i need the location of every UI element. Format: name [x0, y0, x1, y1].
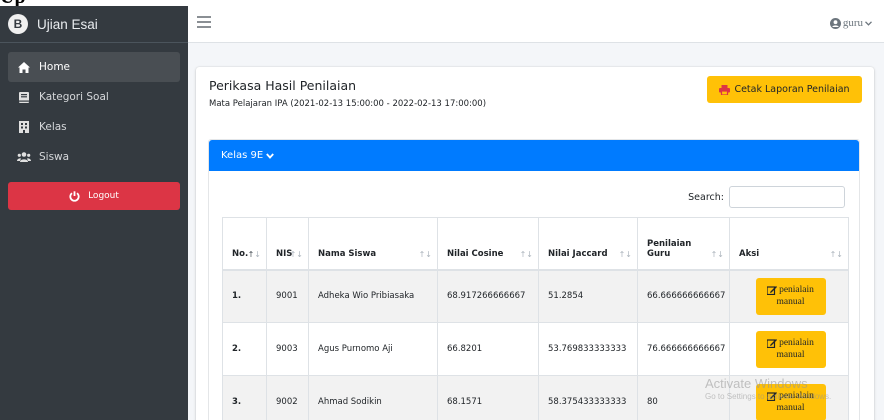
cell-aksi: penialain manual	[729, 269, 849, 323]
column-header-penilaian-guru[interactable]: Penilaian Guru ↑↓	[637, 217, 730, 271]
search-label: Search:	[688, 191, 724, 203]
sort-icon: ↑↓	[289, 249, 303, 259]
user-menu[interactable]: guru	[829, 17, 872, 29]
cell-cosine: 68.1571	[437, 375, 539, 420]
book-icon	[17, 91, 31, 103]
brand[interactable]: B Ujian Esai	[0, 6, 188, 43]
cell-jaccard: 51.2854	[538, 269, 638, 323]
column-header-nama-siswa[interactable]: Nama Siswa ↑↓	[308, 217, 438, 271]
printer-icon	[719, 84, 731, 95]
class-dropdown[interactable]: Kelas 9E	[209, 140, 859, 171]
table-header-row: No. ↑↓ NIS ↑↓ Nama Siswa ↑↓ Nilai Cosine ↑↓ …	[222, 217, 849, 271]
watermark-title: Activate Windows	[705, 376, 808, 391]
column-header-nis[interactable]: NIS ↑↓	[266, 217, 309, 271]
sidebar: B Ujian Esai Home Kategori Soal Kelas Si…	[0, 6, 188, 420]
sidebar-item-kelas[interactable]: Kelas	[8, 112, 180, 142]
table-row: 2. 9003 Agus Purnomo Aji 66.8201 53.7698…	[222, 322, 849, 376]
cell-no: 1.	[222, 269, 267, 323]
building-icon	[17, 121, 31, 133]
results-card: Perikasa Hasil Penilaian Mata Pelajaran …	[196, 67, 874, 420]
sidebar-item-label: Siswa	[39, 151, 70, 163]
sidebar-item-label: Home	[39, 61, 71, 73]
chevron-down-icon	[266, 152, 275, 159]
user-name: guru	[842, 17, 863, 29]
column-header-no[interactable]: No. ↑↓	[222, 217, 267, 271]
cell-cosine: 68.917266666667	[437, 269, 539, 323]
sidebar-item-label: Kategori Soal	[39, 91, 109, 103]
print-report-label: Cetak Laporan Penilaian	[734, 84, 850, 95]
search-row: Search:	[688, 186, 845, 208]
page-title: Perikasa Hasil Penilaian	[209, 78, 357, 93]
cell-aksi: penialain manual	[729, 322, 849, 376]
cell-jaccard: 58.375433333333	[538, 375, 638, 420]
cell-nama: Adheka Wio Pribiasaka	[308, 269, 438, 323]
page-subtitle: Mata Pelajaran IPA (2021-02-13 15:00:00 …	[209, 99, 487, 109]
sort-asc-icon: ↑↓	[247, 249, 261, 259]
table-row: 1. 9001 Adheka Wio Pribiasaka 68.9172666…	[222, 269, 849, 323]
sidebar-nav: Home Kategori Soal Kelas Siswa	[0, 43, 188, 172]
sidebar-item-home[interactable]: Home	[8, 52, 180, 82]
users-icon	[17, 152, 31, 162]
sort-icon: ↑↓	[710, 249, 724, 259]
windows-activation-watermark: Activate Windows Go to Settings to activ…	[705, 376, 831, 401]
sidebar-item-label: Kelas	[39, 121, 67, 133]
cell-guru: 76.666666666667	[637, 322, 730, 376]
chevron-down-icon	[865, 20, 872, 26]
sort-icon: ↑↓	[519, 249, 533, 259]
topbar: guru	[188, 6, 884, 43]
power-icon	[69, 190, 80, 202]
cell-nama: Ahmad Sodikin	[308, 375, 438, 420]
edit-icon	[767, 338, 778, 348]
user-circle-icon	[829, 17, 841, 29]
column-header-nilai-jaccard[interactable]: Nilai Jaccard ↑↓	[538, 217, 638, 271]
class-dropdown-label: Kelas 9E	[221, 150, 264, 161]
sort-icon: ↑↓	[829, 249, 843, 259]
brand-name: Ujian Esai	[37, 16, 98, 32]
sort-icon: ↑↓	[418, 249, 432, 259]
cell-no: 3.	[222, 375, 267, 420]
brand-logo: B	[8, 14, 28, 34]
menu-toggle-icon[interactable]	[197, 16, 211, 30]
column-header-nilai-cosine[interactable]: Nilai Cosine ↑↓	[437, 217, 539, 271]
logout-button[interactable]: Logout	[8, 182, 180, 210]
sidebar-item-siswa[interactable]: Siswa	[8, 142, 180, 172]
cell-guru: 66.666666666667	[637, 269, 730, 323]
cell-nis: 9001	[266, 269, 309, 323]
column-header-aksi[interactable]: Aksi ↑↓	[729, 217, 849, 271]
manual-grading-button[interactable]: penialain manual	[755, 330, 826, 368]
edit-icon	[767, 285, 778, 295]
cell-nis: 9002	[266, 375, 309, 420]
home-icon	[17, 61, 31, 73]
sort-icon: ↑↓	[618, 249, 632, 259]
cell-cosine: 66.8201	[437, 322, 539, 376]
manual-grading-button[interactable]: penialain manual	[755, 277, 826, 315]
watermark-subtitle: Go to Settings to activate Windows.	[705, 392, 832, 401]
cell-nama: Agus Purnomo Aji	[308, 322, 438, 376]
cell-no: 2.	[222, 322, 267, 376]
cell-nis: 9003	[266, 322, 309, 376]
cell-jaccard: 53.769833333333	[538, 322, 638, 376]
sidebar-item-kategori-soal[interactable]: Kategori Soal	[8, 82, 180, 112]
print-report-button[interactable]: Cetak Laporan Penilaian	[707, 76, 862, 103]
logout-label: Logout	[88, 191, 119, 201]
search-input[interactable]	[729, 186, 845, 208]
